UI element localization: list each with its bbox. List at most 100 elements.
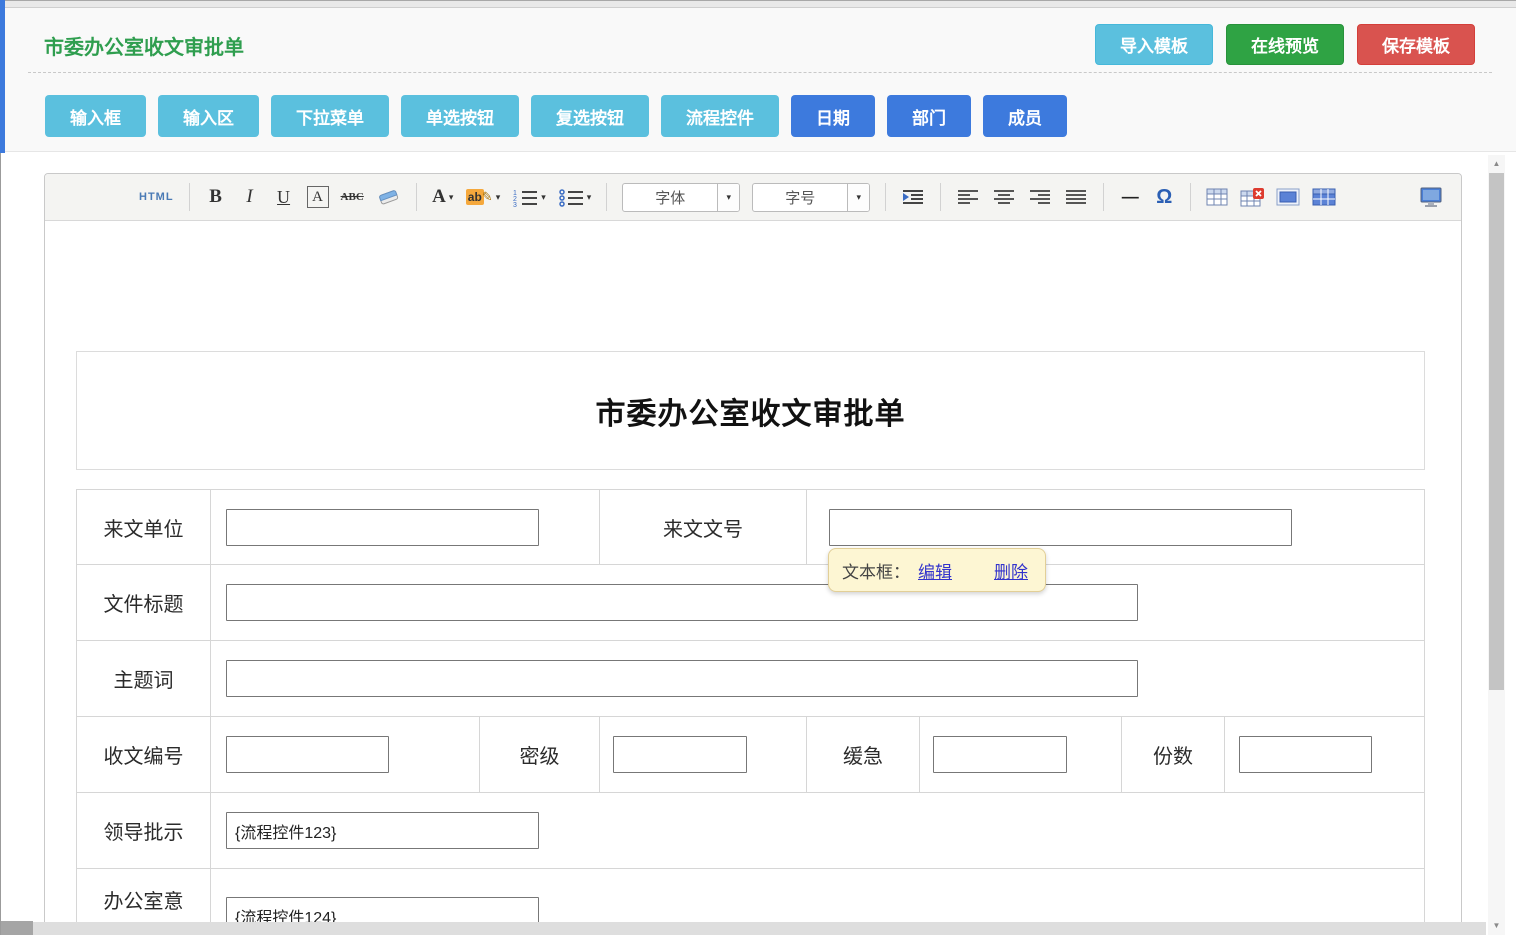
- caret-down-icon: ▾: [541, 192, 546, 203]
- highlight-color-button[interactable]: ab✎▾: [466, 183, 500, 211]
- header-divider: [28, 72, 1492, 73]
- cell-properties-button[interactable]: [1276, 183, 1300, 211]
- table-row: 领导批示: [77, 793, 1424, 869]
- fullscreen-button[interactable]: [1419, 183, 1443, 211]
- toolbar-separator: [1190, 183, 1191, 211]
- urgency-input[interactable]: [933, 736, 1067, 773]
- remove-format-eraser-icon[interactable]: [376, 183, 401, 211]
- insert-date-button[interactable]: 日期: [791, 95, 875, 137]
- caret-down-icon: ▾: [587, 192, 592, 203]
- insert-radio-button[interactable]: 单选按钮: [401, 95, 519, 137]
- widget-toolbar: 输入框 输入区 下拉菜单 单选按钮 复选按钮 流程控件 日期 部门 成员: [45, 95, 1067, 137]
- insert-department-button[interactable]: 部门: [887, 95, 971, 137]
- insert-flow-control-button[interactable]: 流程控件: [661, 95, 779, 137]
- insert-input-button[interactable]: 输入框: [45, 95, 146, 137]
- toolbar-separator: [885, 183, 886, 211]
- field-cell: [211, 717, 480, 792]
- scrollbar-thumb[interactable]: [1489, 173, 1504, 690]
- edit-field-link[interactable]: 编辑: [918, 558, 952, 583]
- subject-words-input[interactable]: [226, 660, 1138, 697]
- secrecy-level-input[interactable]: [613, 736, 747, 773]
- toolbar-separator: [416, 183, 417, 211]
- field-label: 收文编号: [77, 717, 211, 792]
- table-row: 收文编号 密级 缓急 份数: [77, 717, 1424, 793]
- special-character-button[interactable]: Ω: [1153, 183, 1175, 211]
- copies-count-input[interactable]: [1239, 736, 1372, 773]
- toolbar-separator: [189, 183, 190, 211]
- pencil-icon: ✎: [482, 189, 493, 205]
- field-label: 来文文号: [600, 490, 807, 564]
- field-label: 文件标题: [77, 565, 211, 640]
- field-cell: [211, 565, 1424, 640]
- editor-toolbar: HTML B I U A ABC A▾ ab✎▾ 123 ▾ ▾: [45, 174, 1461, 221]
- leader-instructions-input[interactable]: [226, 812, 539, 849]
- strikethrough-button[interactable]: ABC: [341, 183, 364, 211]
- field-cell: [1225, 717, 1424, 792]
- toolbar-separator: [606, 183, 607, 211]
- online-preview-button[interactable]: 在线预览: [1226, 24, 1344, 65]
- unordered-list-button[interactable]: ▾: [558, 183, 592, 211]
- insert-checkbox-button[interactable]: 复选按钮: [531, 95, 649, 137]
- editor-content[interactable]: 市委办公室收文审批单 来文单位 来文文号 文件标题: [45, 221, 1461, 934]
- field-cell: [211, 641, 1424, 716]
- source-unit-input[interactable]: [226, 509, 539, 546]
- scroll-down-arrow-icon[interactable]: ▼: [1488, 917, 1505, 934]
- delete-table-button[interactable]: [1240, 183, 1264, 211]
- field-cell: [920, 717, 1122, 792]
- align-right-button[interactable]: [1028, 183, 1052, 211]
- left-edge-accent: [0, 0, 5, 153]
- page-header: 市委办公室收文审批单 导入模板 在线预览 保存模板 输入框 输入区 下拉菜单 单…: [0, 8, 1516, 152]
- field-cell: [211, 490, 600, 564]
- caret-down-icon[interactable]: ▾: [847, 184, 869, 211]
- field-label: 密级: [480, 717, 600, 792]
- field-label: 缓急: [807, 717, 920, 792]
- bold-button[interactable]: B: [205, 183, 227, 211]
- insert-dropdown-button[interactable]: 下拉菜单: [271, 95, 389, 137]
- table-properties-button[interactable]: [1312, 183, 1336, 211]
- field-label: 领导批示: [77, 793, 211, 868]
- scroll-up-arrow-icon[interactable]: ▲: [1488, 155, 1505, 172]
- table-row: 主题词: [77, 641, 1424, 717]
- document-number-input[interactable]: [829, 509, 1292, 546]
- align-center-button[interactable]: [992, 183, 1016, 211]
- italic-button[interactable]: I: [239, 183, 261, 211]
- ordered-list-button[interactable]: 123 ▾: [512, 183, 546, 211]
- underline-button[interactable]: U: [273, 183, 295, 211]
- field-label: 份数: [1122, 717, 1225, 792]
- text-style-button[interactable]: A: [307, 186, 329, 208]
- caret-down-icon[interactable]: ▾: [717, 184, 739, 211]
- field-context-tooltip: 文本框： 编辑 删除: [828, 548, 1046, 592]
- toolbar-separator: [940, 183, 941, 211]
- source-code-button[interactable]: HTML: [139, 183, 174, 211]
- caret-down-icon: ▾: [496, 192, 501, 203]
- insert-table-button[interactable]: [1206, 183, 1228, 211]
- table-row: 来文单位 来文文号: [77, 490, 1424, 565]
- insert-textarea-button[interactable]: 输入区: [158, 95, 259, 137]
- font-family-select[interactable]: 字体 ▾: [622, 183, 740, 212]
- save-template-button[interactable]: 保存模板: [1357, 24, 1475, 65]
- vertical-scrollbar[interactable]: ▲ ▼: [1488, 155, 1505, 935]
- field-label: 来文单位: [77, 490, 211, 564]
- field-cell: [600, 717, 807, 792]
- delete-field-link[interactable]: 删除: [994, 558, 1028, 583]
- table-row: 文件标题: [77, 565, 1424, 641]
- form-title: 市委办公室收文审批单: [596, 389, 906, 433]
- align-left-button[interactable]: [956, 183, 980, 211]
- receipt-number-input[interactable]: [226, 736, 389, 773]
- field-label: 主题词: [77, 641, 211, 716]
- field-cell: [211, 793, 1424, 868]
- window-bottom-corner: [0, 921, 33, 935]
- font-size-select[interactable]: 字号 ▾: [752, 183, 870, 212]
- import-template-button[interactable]: 导入模板: [1095, 24, 1213, 65]
- window-bottom-edge: [0, 922, 1486, 935]
- font-color-button[interactable]: A▾: [432, 183, 454, 211]
- svg-text:3: 3: [513, 202, 517, 207]
- window-top-edge: [0, 0, 1516, 8]
- horizontal-rule-button[interactable]: —: [1119, 183, 1141, 211]
- insert-member-button[interactable]: 成员: [983, 95, 1067, 137]
- form-table: 来文单位 来文文号 文件标题: [76, 489, 1425, 934]
- indent-button[interactable]: [901, 183, 925, 211]
- header-actions: 导入模板 在线预览 保存模板: [1095, 24, 1475, 65]
- page-title: 市委办公室收文审批单: [44, 31, 244, 60]
- align-justify-button[interactable]: [1064, 183, 1088, 211]
